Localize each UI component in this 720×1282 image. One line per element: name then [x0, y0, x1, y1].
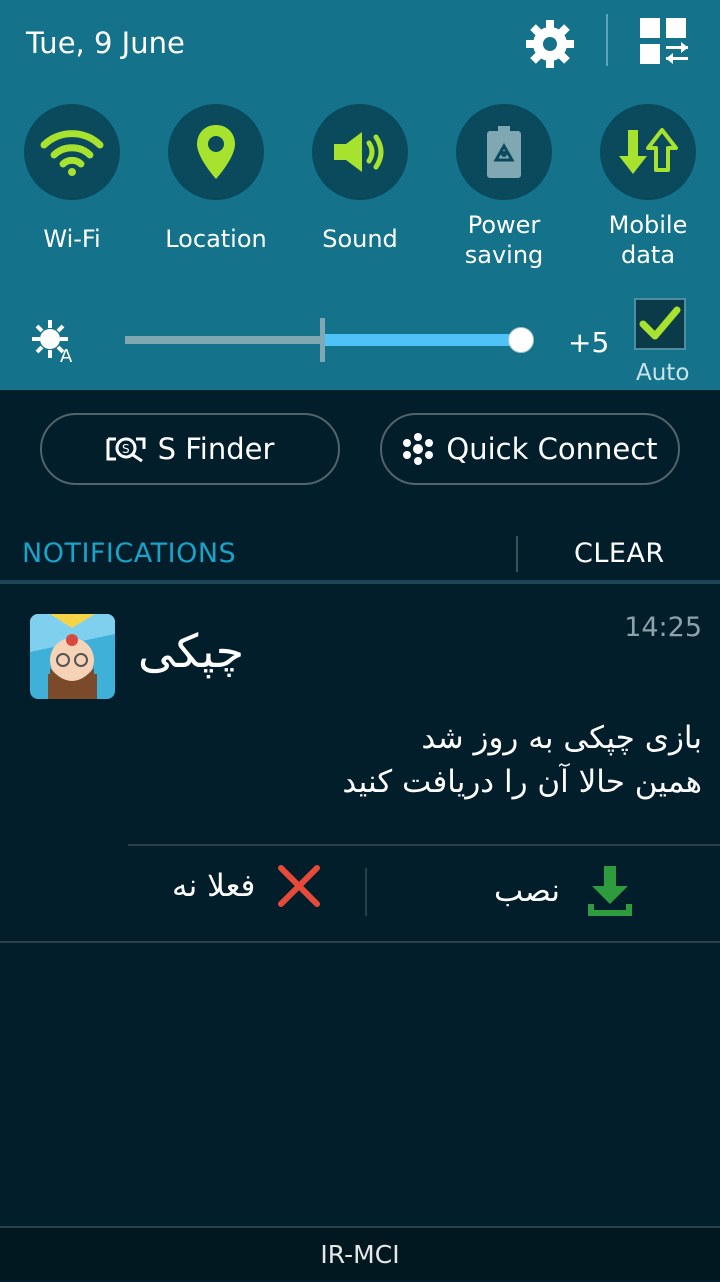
sound-icon: [334, 132, 384, 172]
mobile-data-label-line2: data: [620, 241, 676, 269]
svg-text:S: S: [122, 442, 130, 456]
power-saving-label-line2: saving: [464, 241, 544, 269]
action-divider: [365, 868, 367, 916]
download-icon: [587, 866, 632, 916]
location-toggle-circle[interactable]: [168, 104, 264, 200]
auto-brightness-checkbox[interactable]: [634, 298, 686, 350]
s-finder-label: S Finder: [157, 432, 275, 466]
power-saving-toggle-circle[interactable]: [456, 104, 552, 200]
power-saving-label-line1: Power: [467, 211, 541, 239]
wifi-label: Wi-Fi: [43, 225, 101, 253]
notification-body-line1: بازی چپکی به روز شد: [421, 720, 702, 756]
notifications-header-rule: [0, 580, 720, 584]
wifi-toggle[interactable]: Wi-Fi: [0, 104, 144, 254]
brightness-value: +5: [568, 326, 610, 359]
install-action-label: نصب: [494, 873, 560, 909]
brightness-auto-icon: A: [32, 320, 73, 364]
wifi-toggle-circle[interactable]: [24, 104, 120, 200]
notification-body-line2: همین حالا آن را دریافت کنید: [342, 764, 702, 800]
location-toggle[interactable]: Location: [144, 104, 288, 254]
not-now-action-label: فعلا نه: [172, 868, 256, 904]
mobile-data-label: Mobile data: [576, 210, 720, 270]
quick-connect-label: Quick Connect: [446, 432, 658, 466]
sound-toggle[interactable]: Sound: [288, 104, 432, 254]
svg-text:A: A: [60, 346, 73, 364]
location-icon: [197, 125, 235, 179]
power-saving-label: Power saving: [432, 210, 576, 270]
quick-connect-icon: [403, 433, 434, 465]
notification-time: 14:25: [624, 612, 702, 643]
quick-settings-panel: Tue, 9 June Wi-Fi Location Sound Power s…: [0, 0, 720, 390]
notification-bottom-rule: [0, 941, 720, 943]
mobile-data-toggle-circle[interactable]: [600, 104, 696, 200]
notification-action-rule: [128, 844, 720, 846]
auto-brightness-label: Auto: [636, 360, 690, 386]
s-finder-button[interactable]: S S Finder: [40, 413, 340, 485]
checkmark-icon: [639, 306, 681, 340]
notification-body: بازی چپکی به روز شد همین حالا آن را دریا…: [142, 716, 702, 804]
brightness-slider-thumb[interactable]: [508, 327, 534, 353]
settings-gear-icon[interactable]: [524, 18, 576, 70]
s-finder-icon: S: [106, 437, 146, 463]
install-action-button[interactable]: نصب: [494, 864, 636, 918]
brightness-slider-fill: [323, 334, 521, 346]
notification-title: چپکی: [138, 624, 245, 678]
wifi-icon: [40, 130, 104, 176]
recycle-battery-icon: [487, 126, 521, 178]
close-icon: [278, 865, 321, 907]
power-saving-toggle[interactable]: Power saving: [432, 104, 576, 270]
clear-button[interactable]: CLEAR: [574, 538, 665, 569]
mobile-data-label-line1: Mobile: [608, 211, 688, 239]
data-arrows-icon: [619, 128, 678, 174]
mobile-data-toggle[interactable]: Mobile data: [576, 104, 720, 270]
notifications-header-divider: [516, 536, 518, 572]
notifications-header: NOTIFICATIONS: [22, 538, 237, 569]
brightness-slider-tick: [320, 318, 325, 362]
quick-connect-button[interactable]: Quick Connect: [380, 413, 680, 485]
location-label: Location: [165, 225, 267, 253]
edit-toggles-grid-icon[interactable]: [638, 16, 690, 68]
not-now-action-button[interactable]: فعلا نه: [172, 864, 321, 908]
date-label: Tue, 9 June: [26, 26, 185, 60]
header-divider: [606, 14, 608, 66]
sound-toggle-circle[interactable]: [312, 104, 408, 200]
sound-label: Sound: [322, 225, 398, 253]
carrier-label: IR-MCI: [0, 1226, 720, 1280]
app-icon: [30, 614, 115, 699]
